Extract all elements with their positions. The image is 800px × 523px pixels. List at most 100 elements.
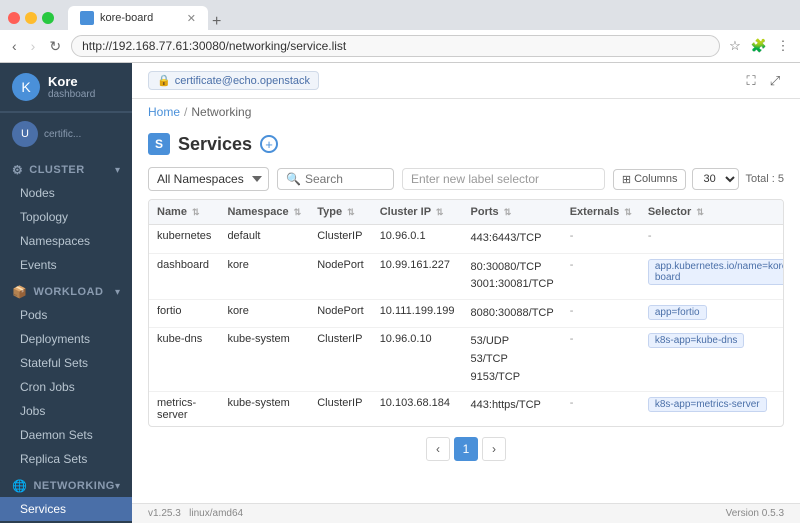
cluster-icon: ⚙: [12, 163, 23, 177]
workload-icon: 📦: [12, 285, 27, 299]
sort-ports-icon: ⇅: [504, 207, 512, 217]
col-clusterip[interactable]: Cluster IP ⇅: [372, 200, 463, 225]
cell-type: NodePort: [309, 253, 371, 299]
close-window-icon[interactable]: [8, 12, 20, 24]
label-selector-input[interactable]: Enter new label selector: [402, 168, 605, 190]
browser-toolbar: ‹ › ↻ ☆ 🧩 ⋮: [0, 30, 800, 63]
address-bar[interactable]: [71, 35, 720, 57]
table-body: kubernetes default ClusterIP 10.96.0.1 4…: [149, 225, 784, 427]
prev-page-button[interactable]: ‹: [426, 437, 450, 461]
cert-icon: 🔒: [157, 74, 171, 87]
services-table-wrap: Name ⇅ Namespace ⇅ Type ⇅ Cluster IP ⇅ P…: [148, 199, 784, 427]
cell-externals: -: [562, 225, 640, 254]
sidebar-item-daemonsets[interactable]: Daemon Sets: [0, 423, 132, 447]
new-tab-button[interactable]: +: [212, 14, 221, 30]
cluster-section-title: ⚙ Cluster: [12, 163, 85, 177]
columns-label: Columns: [634, 173, 677, 185]
fullscreen-icon[interactable]: ⛶: [742, 72, 760, 90]
sidebar-item-events[interactable]: Events: [0, 253, 132, 277]
sidebar-item-statefulsets[interactable]: Stateful Sets: [0, 351, 132, 375]
col-name[interactable]: Name ⇅: [149, 200, 219, 225]
table-row[interactable]: metrics-server kube-system ClusterIP 10.…: [149, 392, 784, 427]
events-label: Events: [20, 258, 57, 272]
cell-type: ClusterIP: [309, 328, 371, 392]
networking-section-header[interactable]: 🌐 Networking ▾: [0, 471, 132, 497]
table-row[interactable]: kubernetes default ClusterIP 10.96.0.1 4…: [149, 225, 784, 254]
search-icon: 🔍: [286, 172, 301, 186]
app-footer: v1.25.3 linux/amd64 Version 0.5.3: [132, 503, 800, 523]
networking-chevron: ▾: [115, 481, 120, 492]
next-page-button[interactable]: ›: [482, 437, 506, 461]
bookmark-icon[interactable]: ☆: [726, 37, 744, 55]
forward-button[interactable]: ›: [27, 36, 40, 56]
services-table: Name ⇅ Namespace ⇅ Type ⇅ Cluster IP ⇅ P…: [149, 200, 784, 426]
logo-text-wrap: Kore dashboard: [48, 74, 95, 101]
cell-ports: 443:6443/TCP: [463, 225, 562, 254]
menu-icon[interactable]: ⋮: [774, 37, 792, 55]
namespace-select[interactable]: All Namespaces: [148, 167, 269, 191]
add-service-button[interactable]: +: [260, 135, 278, 153]
extensions-icon[interactable]: 🧩: [750, 37, 768, 55]
col-selector[interactable]: Selector ⇅: [640, 200, 784, 225]
search-input[interactable]: [305, 172, 385, 186]
arch-label: linux/amd64: [189, 508, 243, 519]
cell-namespace: kube-system: [219, 328, 309, 392]
columns-button[interactable]: ⊞ Columns: [613, 169, 687, 190]
breadcrumb: Home / Networking: [132, 99, 800, 125]
sidebar-item-nodes[interactable]: Nodes: [0, 181, 132, 205]
cell-clusterip: 10.111.199.199: [372, 299, 463, 328]
user-area: U certific...: [0, 112, 132, 155]
namespaces-label: Namespaces: [20, 234, 90, 248]
avatar: U: [12, 121, 38, 147]
active-tab[interactable]: kore-board ✕: [68, 6, 208, 30]
cell-type: ClusterIP: [309, 225, 371, 254]
col-externals[interactable]: Externals ⇅: [562, 200, 640, 225]
replicasets-label: Replica Sets: [20, 452, 87, 466]
sidebar-item-cronjobs[interactable]: Cron Jobs: [0, 375, 132, 399]
cell-namespace: kube-system: [219, 392, 309, 427]
cell-type: NodePort: [309, 299, 371, 328]
browser-tabs: kore-board ✕ +: [68, 6, 221, 30]
networking-icon: 🌐: [12, 479, 27, 493]
sidebar-section-networking: 🌐 Networking ▾ Services Ingresses Endpoi…: [0, 471, 132, 523]
tab-close-icon[interactable]: ✕: [187, 12, 196, 25]
sidebar-item-deployments[interactable]: Deployments: [0, 327, 132, 351]
sidebar-item-pods[interactable]: Pods: [0, 303, 132, 327]
tab-title: kore-board: [100, 12, 153, 24]
top-bar: 🔒 certificate@echo.openstack ⛶ ⤢: [132, 63, 800, 99]
refresh-button[interactable]: ↻: [45, 36, 65, 57]
cell-namespace: kore: [219, 299, 309, 328]
sidebar-item-replicasets[interactable]: Replica Sets: [0, 447, 132, 471]
col-type[interactable]: Type ⇅: [309, 200, 371, 225]
table-row[interactable]: kube-dns kube-system ClusterIP 10.96.0.1…: [149, 328, 784, 392]
page-1-button[interactable]: 1: [454, 437, 478, 461]
sort-type-icon: ⇅: [347, 207, 355, 217]
logo-icon: K: [12, 73, 40, 101]
minimize-window-icon[interactable]: [25, 12, 37, 24]
back-button[interactable]: ‹: [8, 36, 21, 56]
cell-name: metrics-server: [149, 392, 219, 427]
table-row[interactable]: dashboard kore NodePort 10.99.161.227 80…: [149, 253, 784, 299]
cell-selector: app.kubernetes.io/name=kore-board: [640, 253, 784, 299]
maximize-window-icon[interactable]: [42, 12, 54, 24]
cluster-chevron: ▾: [115, 165, 120, 176]
expand-icon[interactable]: ⤢: [766, 72, 784, 90]
col-namespace[interactable]: Namespace ⇅: [219, 200, 309, 225]
sidebar-item-jobs[interactable]: Jobs: [0, 399, 132, 423]
breadcrumb-home[interactable]: Home: [148, 105, 180, 119]
cell-ports: 443:https/TCP: [463, 392, 562, 427]
search-box: 🔍: [277, 168, 394, 190]
networking-section-title: 🌐 Networking: [12, 479, 115, 493]
sidebar-item-namespaces[interactable]: Namespaces: [0, 229, 132, 253]
cluster-section-header[interactable]: ⚙ Cluster ▾: [0, 155, 132, 181]
cell-externals: -: [562, 392, 640, 427]
pods-label: Pods: [20, 308, 47, 322]
table-row[interactable]: fortio kore NodePort 10.111.199.199 8080…: [149, 299, 784, 328]
per-page-select[interactable]: 30: [692, 168, 739, 190]
cell-externals: -: [562, 253, 640, 299]
col-ports[interactable]: Ports ⇅: [463, 200, 562, 225]
sidebar-item-topology[interactable]: Topology: [0, 205, 132, 229]
workload-section-header[interactable]: 📦 Workload ▾: [0, 277, 132, 303]
logo-sub: dashboard: [48, 89, 95, 100]
sidebar-item-services[interactable]: Services: [0, 497, 132, 521]
